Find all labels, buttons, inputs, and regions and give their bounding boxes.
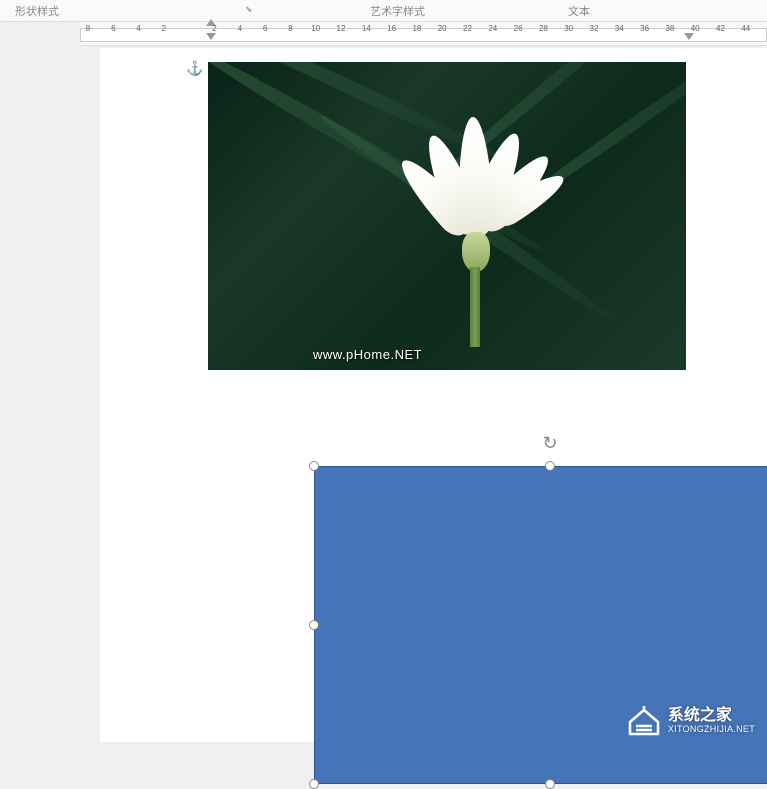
brand-name-cn: 系统之家: [668, 707, 755, 725]
ruler-tick: 16: [387, 24, 396, 33]
ruler-track: [80, 28, 767, 42]
object-anchor-icon: ⚓: [186, 60, 203, 77]
ruler-tick: 8: [86, 24, 90, 33]
horizontal-ruler[interactable]: 8642246810121416182022242628303234363840…: [80, 22, 767, 46]
ruler-tick: 24: [488, 24, 497, 33]
ruler-tick: 8: [288, 24, 292, 33]
resize-handle-bottom-middle[interactable]: [545, 779, 555, 789]
ruler-tick: 6: [111, 24, 115, 33]
rotation-handle-icon[interactable]: ↻: [542, 433, 557, 454]
ruler-tick: 38: [665, 24, 674, 33]
dialog-launcher-icon[interactable]: ⬊: [245, 4, 257, 16]
house-logo-icon: [626, 706, 662, 736]
brand-watermark: 系统之家 XITONGZHIJIA.NET: [626, 706, 755, 736]
ruler-tick: 26: [514, 24, 523, 33]
flower-bloom: [408, 117, 548, 297]
resize-handle-top-left[interactable]: [309, 461, 319, 471]
ruler-tick: 32: [590, 24, 599, 33]
ruler-tick: 20: [438, 24, 447, 33]
resize-handle-top-middle[interactable]: [545, 461, 555, 471]
ruler-tick: 2: [162, 24, 166, 33]
ruler-tick: 18: [412, 24, 421, 33]
brand-name-en: XITONGZHIJIA.NET: [668, 725, 755, 735]
ruler-tick: 12: [337, 24, 346, 33]
ruler-tick: 2: [212, 24, 216, 33]
ribbon-group-wordart-styles: 艺术字样式: [370, 3, 425, 19]
ruler-tick: 14: [362, 24, 371, 33]
ruler-tick: 30: [564, 24, 573, 33]
resize-handle-bottom-left[interactable]: [309, 779, 319, 789]
ruler-tick: 36: [640, 24, 649, 33]
ruler-tick: 4: [238, 24, 242, 33]
ruler-tick: 10: [311, 24, 320, 33]
rectangle-shape[interactable]: [314, 466, 767, 784]
image-watermark-text: www.pHome.NET: [313, 347, 422, 362]
ruler-tick: 4: [136, 24, 140, 33]
hanging-indent-marker[interactable]: [206, 33, 216, 40]
resize-handle-middle-left[interactable]: [309, 620, 319, 630]
ribbon-group-shape-styles: 形状样式: [15, 3, 59, 19]
ribbon-group-text: 文本: [568, 3, 590, 19]
ruler-tick: 40: [691, 24, 700, 33]
ruler-tick: 6: [263, 24, 267, 33]
inserted-image-flower[interactable]: www.pHome.NET: [208, 62, 686, 370]
ruler-tick: 28: [539, 24, 548, 33]
ruler-tick: 34: [615, 24, 624, 33]
ruler-tick: 44: [741, 24, 750, 33]
right-indent-marker[interactable]: [684, 33, 694, 40]
ruler-tick: 42: [716, 24, 725, 33]
ruler-tick: 22: [463, 24, 472, 33]
document-canvas[interactable]: ⚓ www.pHome.NET ↻: [100, 48, 767, 742]
ribbon-group-labels: 形状样式 ⬊ 艺术字样式 文本: [0, 0, 767, 22]
